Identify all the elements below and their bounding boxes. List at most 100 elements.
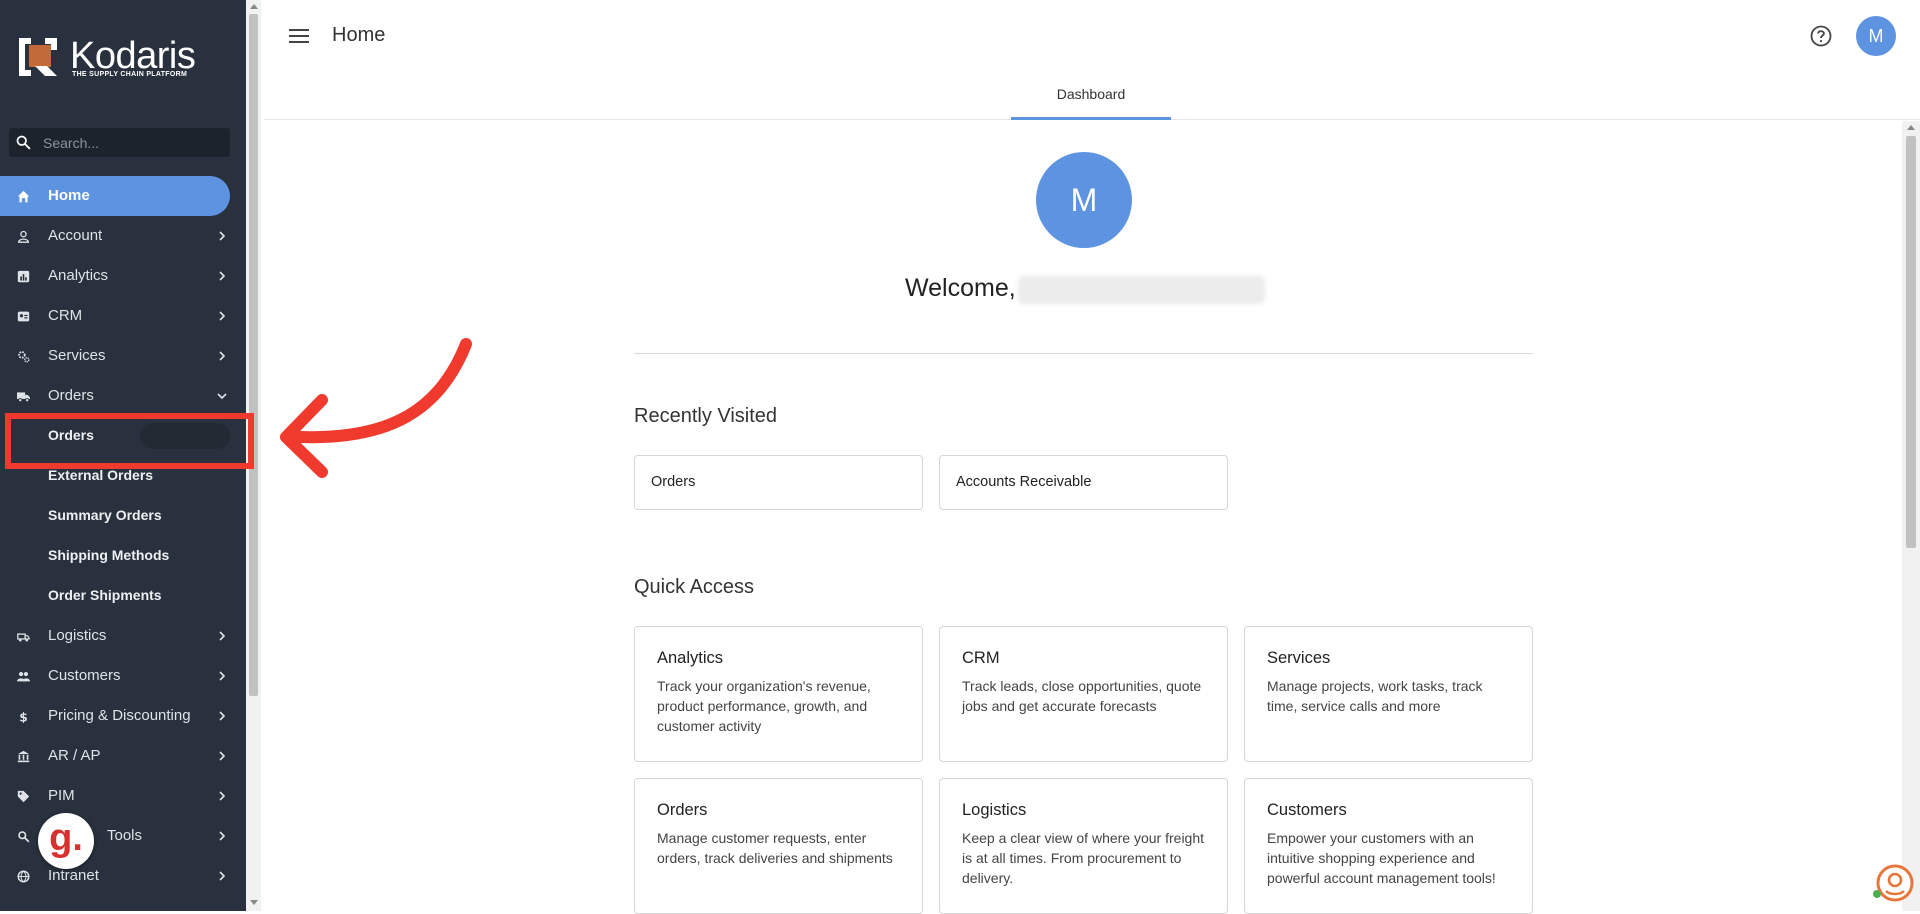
- logo-subtitle: THE SUPPLY CHAIN PLATFORM: [72, 71, 188, 78]
- sidebar-item-home[interactable]: Home: [0, 176, 230, 216]
- sidebar-subitem-label: Order Shipments: [48, 587, 162, 603]
- card-description: Manage projects, work tasks, track time,…: [1267, 678, 1483, 714]
- scroll-up-arrow-icon[interactable]: [250, 4, 258, 9]
- quick-access-card-analytics[interactable]: Analytics Track your organization's reve…: [634, 626, 923, 762]
- page-title: Home: [332, 24, 386, 46]
- chevron-right-icon: [219, 231, 226, 241]
- sidebar-subitem-label: External Orders: [48, 467, 154, 483]
- sidebar-item-crm[interactable]: CRM: [0, 296, 246, 336]
- sidebar-item-pim[interactable]: PIM: [0, 776, 246, 816]
- sidebar-scroll-thumb[interactable]: [249, 14, 258, 696]
- profile-avatar: M: [1036, 152, 1132, 248]
- sidebar-item-analytics[interactable]: Analytics: [0, 256, 246, 296]
- chevron-right-icon: [219, 631, 226, 641]
- sidebar-item-label: PIM: [48, 787, 75, 804]
- sidebar-subitem-summary-orders[interactable]: Summary Orders: [0, 496, 246, 536]
- card-title: Analytics: [657, 649, 724, 667]
- truck-icon: [17, 392, 30, 403]
- card-description: Track leads, close opportunities, quote …: [962, 678, 1202, 714]
- quick-access-title: Quick Access: [634, 576, 755, 598]
- card-description: Keep a clear view of where your freight …: [962, 830, 1205, 886]
- recent-card-accounts-receivable[interactable]: Accounts Receivable: [939, 455, 1228, 510]
- svg-text:$: $: [19, 710, 27, 723]
- sidebar-item-account[interactable]: Account: [0, 216, 246, 256]
- quick-access-card-orders[interactable]: Orders Manage customer requests, enter o…: [634, 778, 923, 914]
- search-icon: [18, 831, 30, 843]
- card-description: Manage customer requests, enter orders, …: [657, 830, 893, 866]
- sidebar-item-label: Pricing & Discounting: [48, 707, 191, 724]
- search-icon: [16, 135, 31, 150]
- chevron-right-icon: [219, 271, 226, 281]
- sidebar-item-label: Customers: [48, 667, 121, 684]
- card-title: Services: [1267, 649, 1331, 667]
- search-input[interactable]: [43, 128, 223, 157]
- sidebar-item-label: Logistics: [48, 627, 107, 644]
- sidebar-item-tools[interactable]: Tools: [0, 816, 246, 856]
- annotation-highlight-box: [5, 413, 254, 469]
- card-title: Orders: [657, 801, 708, 819]
- tab-dashboard[interactable]: Dashboard: [1011, 80, 1171, 120]
- dollar-icon: $: [19, 710, 27, 723]
- guide-badge[interactable]: g.: [38, 813, 94, 869]
- guide-badge-letter: g.: [49, 817, 83, 859]
- sidebar-subitem-order-shipments[interactable]: Order Shipments: [0, 576, 246, 616]
- analytics-icon: [17, 270, 30, 283]
- sidebar-item-label: CRM: [48, 307, 83, 324]
- card-title: CRM: [962, 649, 1000, 667]
- chevron-right-icon: [219, 751, 226, 761]
- sidebar-item-label: Analytics: [48, 267, 109, 284]
- sidebar-item-customers[interactable]: Customers: [0, 656, 246, 696]
- account-icon: [17, 230, 30, 243]
- sidebar-item-label: Intranet: [48, 867, 99, 884]
- chevron-right-icon: [219, 791, 226, 801]
- sidebar-item-label: Services: [48, 347, 106, 364]
- sidebar-item-label: AR / AP: [48, 747, 101, 764]
- chevron-right-icon: [219, 351, 226, 361]
- sidebar-search: [9, 128, 230, 157]
- scroll-down-arrow-icon[interactable]: [250, 900, 258, 905]
- sidebar-item-ar-ap[interactable]: AR / AP: [0, 736, 246, 776]
- main-scrollbar[interactable]: [1902, 121, 1920, 911]
- sidebar-item-services[interactable]: Services: [0, 336, 246, 376]
- quick-access-card-crm[interactable]: CRM Track leads, close opportunities, qu…: [939, 626, 1228, 762]
- sidebar-item-orders[interactable]: Orders: [0, 376, 246, 416]
- bank-icon: [17, 750, 30, 763]
- sidebar-item-label: Orders: [48, 387, 94, 404]
- annotation-arrow-icon: [280, 338, 472, 478]
- sidebar-item-pricing-discounting[interactable]: $ Pricing & Discounting: [0, 696, 246, 736]
- quick-access-card-customers[interactable]: Customers Empower your customers with an…: [1244, 778, 1533, 914]
- chevron-right-icon: [219, 831, 226, 841]
- quick-access-card-logistics[interactable]: Logistics Keep a clear view of where you…: [939, 778, 1228, 914]
- main-scroll-thumb[interactable]: [1906, 136, 1916, 548]
- customers-icon: [17, 671, 30, 682]
- help-icon[interactable]: [1810, 25, 1832, 47]
- chat-support-icon[interactable]: [1872, 862, 1914, 904]
- scroll-up-arrow-icon[interactable]: [1907, 125, 1915, 130]
- sidebar-subitem-shipping-methods[interactable]: Shipping Methods: [0, 536, 246, 576]
- home-icon: [17, 190, 30, 203]
- divider: [634, 353, 1533, 354]
- blurred-user-email: [1018, 276, 1265, 304]
- kodaris-logo-icon: [19, 38, 57, 76]
- card-title: Customers: [1267, 801, 1347, 819]
- kodaris-logo[interactable]: Kodaris THE SUPPLY CHAIN PLATFORM: [17, 34, 207, 84]
- recent-card-orders[interactable]: Orders: [634, 455, 923, 510]
- top-app-bar: Home M Dashboard: [264, 0, 1920, 120]
- sidebar-subitem-label: Shipping Methods: [48, 547, 170, 563]
- sidebar-item-logistics[interactable]: Logistics: [0, 616, 246, 656]
- sidebar-item-label: Account: [48, 227, 103, 244]
- card-description: Empower your customers with an intuitive…: [1267, 830, 1496, 886]
- hamburger-menu-icon[interactable]: [288, 27, 310, 45]
- intranet-icon: [17, 870, 30, 883]
- chevron-down-icon: [217, 393, 227, 400]
- crm-icon: [17, 311, 30, 322]
- quick-access-card-services[interactable]: Services Manage projects, work tasks, tr…: [1244, 626, 1533, 762]
- card-description: Track your organization's revenue, produ…: [657, 678, 871, 734]
- sidebar-item-label: Home: [48, 187, 90, 204]
- sidebar-item-intranet[interactable]: Intranet: [0, 856, 246, 896]
- sidebar-nav: Home Account Analytics CRM Services Orde…: [0, 176, 246, 896]
- user-avatar[interactable]: M: [1856, 16, 1896, 56]
- sidebar-subitem-label: Summary Orders: [48, 507, 162, 523]
- chevron-right-icon: [219, 671, 226, 681]
- chevron-right-icon: [219, 871, 226, 881]
